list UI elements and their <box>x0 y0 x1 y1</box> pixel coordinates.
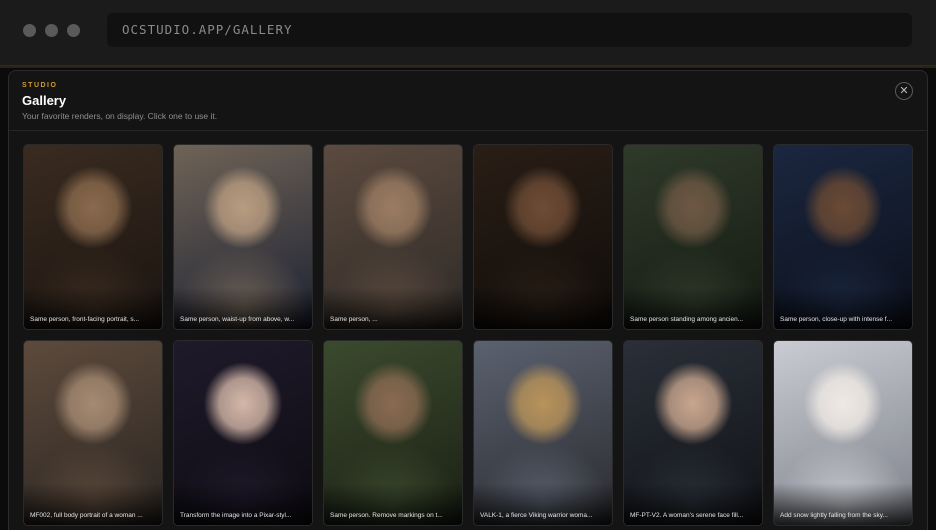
gallery-card[interactable]: MF002, full body portrait of a woman ... <box>23 340 163 526</box>
card-caption: Same person standing among ancien... <box>630 316 744 323</box>
card-caption: MF002, full body portrait of a woman ... <box>30 512 143 519</box>
gallery-card[interactable]: Same person. Remove markings on t... <box>323 340 463 526</box>
gallery-card[interactable]: Transform the image into a Pixar-styl... <box>173 340 313 526</box>
gallery-card[interactable] <box>473 144 613 330</box>
gallery-modal: STUDIO Gallery Your favorite renders, on… <box>8 70 928 530</box>
card-caption: Same person, close-up with intense f... <box>780 316 893 323</box>
window-minimize-dot-icon[interactable] <box>45 24 58 37</box>
browser-toolbar: OCSTUDIO.APP/GALLERY <box>0 0 936 66</box>
modal-title: Gallery <box>22 93 67 108</box>
gallery-card[interactable]: Add snow lightly falling from the sky... <box>773 340 913 526</box>
card-caption: Same person, waist-up from above, w... <box>180 316 295 323</box>
window-maximize-dot-icon[interactable] <box>67 24 80 37</box>
card-caption: VALK-1, a fierce Viking warrior woma... <box>480 512 593 519</box>
window-close-dot-icon[interactable] <box>23 24 36 37</box>
modal-subtitle: Your favorite renders, on display. Click… <box>22 111 218 121</box>
caption-shade <box>474 287 612 329</box>
gallery-card[interactable]: Same person, front-facing portrait, s... <box>23 144 163 330</box>
card-caption: Same person. Remove markings on t... <box>330 512 443 519</box>
gallery-card[interactable]: VALK-1, a fierce Viking warrior woma... <box>473 340 613 526</box>
divider <box>0 66 936 68</box>
gallery-card[interactable]: Same person, ... <box>323 144 463 330</box>
modal-header: STUDIO Gallery Your favorite renders, on… <box>9 71 927 131</box>
gallery-card[interactable]: Same person standing among ancien... <box>623 144 763 330</box>
gallery-card[interactable]: Same person, waist-up from above, w... <box>173 144 313 330</box>
card-caption: Transform the image into a Pixar-styl... <box>180 512 292 519</box>
gallery-card[interactable]: MF-PT-V2. A woman's serene face fill... <box>623 340 763 526</box>
address-bar[interactable]: OCSTUDIO.APP/GALLERY <box>107 13 912 47</box>
card-caption: MF-PT-V2. A woman's serene face fill... <box>630 512 744 519</box>
modal-eyebrow: STUDIO <box>22 82 58 89</box>
gallery-card[interactable]: Same person, close-up with intense f... <box>773 144 913 330</box>
close-icon[interactable]: ✕ <box>895 82 913 100</box>
card-caption: Add snow lightly falling from the sky... <box>780 512 888 519</box>
card-caption: Same person, front-facing portrait, s... <box>30 316 140 323</box>
card-caption: Same person, ... <box>330 316 378 323</box>
